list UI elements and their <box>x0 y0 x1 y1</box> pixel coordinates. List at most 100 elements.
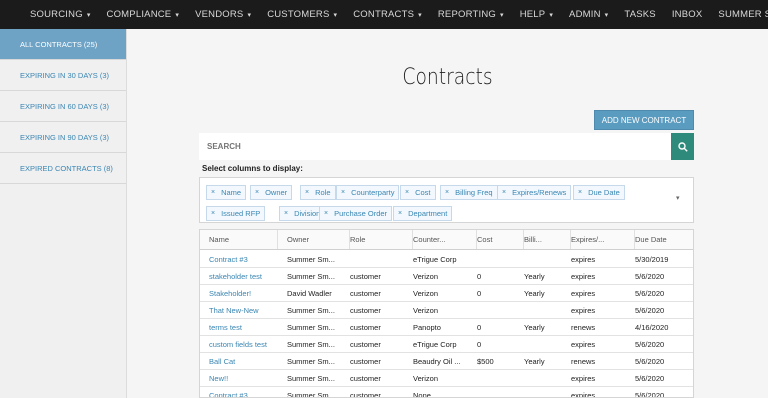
nav-item-vendors[interactable]: VENDORS ▾ <box>195 9 251 20</box>
table-cell: renews <box>571 356 596 366</box>
column-header[interactable]: Role <box>350 230 413 249</box>
table-row[interactable]: Ball Cat Summer Sm... customer Beaudry Oil … <box>200 353 693 370</box>
table-row[interactable]: Contract #3 Summer Sm... customer None expir… <box>200 387 693 398</box>
column-header[interactable]: Due Date <box>635 230 693 249</box>
close-icon[interactable]: × <box>445 189 449 196</box>
table-cell <box>524 302 567 318</box>
table-cell: customer <box>350 339 381 349</box>
table-cell: Summer Sm... <box>287 254 335 264</box>
table-cell: Verizon <box>413 305 439 315</box>
nav-item-label: COMPLIANCE <box>106 9 172 20</box>
table-row[interactable]: Stakeholder! David Wadler customer Verizon 0… <box>200 285 693 302</box>
table-cell: expires <box>571 339 596 349</box>
table-cell: Summer Sm... <box>287 356 335 366</box>
table-cell: Summer Sm... <box>287 305 335 315</box>
nav-item-inbox[interactable]: INBOX <box>672 9 703 20</box>
nav-item-admin[interactable]: ADMIN ▾ <box>569 9 608 20</box>
close-icon[interactable]: × <box>398 210 402 217</box>
contract-name-link[interactable]: Ball Cat <box>209 353 283 369</box>
table-cell: $500 <box>477 356 494 366</box>
contracts-table: Name Owner Role Counter... Cost Billi... Expir… <box>199 229 694 398</box>
contract-name-link[interactable]: Contract #3 <box>209 387 283 398</box>
table-row[interactable]: terms test Summer Sm... customer Panopto 0 Ye… <box>200 319 693 336</box>
sidebar-item[interactable]: EXPIRING IN 90 DAYS (3) <box>0 122 126 153</box>
sidebar-item[interactable]: EXPIRED CONTRACTS (8) <box>0 153 126 184</box>
chevron-down-icon: ▾ <box>499 11 504 19</box>
table-cell: 5/6/2020 <box>635 390 665 398</box>
close-icon[interactable]: × <box>324 210 328 217</box>
chevron-down-icon[interactable]: ▾ <box>676 194 680 202</box>
table-header-row: Name Owner Role Counter... Cost Billi... Expir… <box>200 230 693 250</box>
column-selector[interactable]: × Name × Owner × Role × Counterparty × Cost × Billi… <box>199 177 694 223</box>
table-cell: customer <box>350 390 381 398</box>
column-header[interactable]: Counter... <box>413 230 477 249</box>
table-cell <box>524 387 567 397</box>
nav-item-reporting[interactable]: REPORTING ▾ <box>438 9 504 20</box>
table-cell <box>524 251 567 267</box>
contract-name-link[interactable]: Stakeholder! <box>209 285 283 301</box>
nav-item-customers[interactable]: CUSTOMERS ▾ <box>267 9 337 20</box>
table-cell: expires <box>571 390 596 398</box>
table-cell: customer <box>350 288 381 298</box>
table-row[interactable]: custom fields test Summer Sm... customer eT… <box>200 336 693 353</box>
close-icon[interactable]: × <box>211 189 215 196</box>
column-chip: × Department <box>393 206 453 221</box>
nav-item-help[interactable]: HELP ▾ <box>520 9 553 20</box>
table-row[interactable]: Contract #3 Summer Sm... eTrigue Corp expir… <box>200 251 693 268</box>
search-button[interactable] <box>671 133 694 160</box>
nav-item-contracts[interactable]: CONTRACTS ▾ <box>353 9 422 20</box>
chevron-down-icon: ▾ <box>247 11 252 19</box>
column-header[interactable]: Name <box>200 230 278 249</box>
contract-name-link[interactable]: Contract #3 <box>209 251 283 267</box>
nav-item-tasks[interactable]: TASKS <box>624 9 655 20</box>
column-chip-label: Billing Freq <box>455 188 493 197</box>
nav-item-compliance[interactable]: COMPLIANCE ▾ <box>107 9 180 20</box>
column-chip: × Expires/Renews <box>497 185 572 200</box>
close-icon[interactable]: × <box>255 189 259 196</box>
column-chip-label: Name <box>221 188 242 197</box>
add-new-contract-button[interactable]: ADD NEW CONTRACT <box>594 110 694 130</box>
chevron-down-icon: ▾ <box>333 11 338 19</box>
table-cell: 5/6/2020 <box>635 271 665 281</box>
table-cell: expires <box>571 373 596 383</box>
contract-name-link[interactable]: terms test <box>209 319 283 335</box>
table-cell: Summer Sm... <box>287 322 335 332</box>
table-row[interactable]: stakeholder test Summer Sm... customer Veri… <box>200 268 693 285</box>
nav-item-label: REPORTING <box>437 9 496 20</box>
contract-name-link[interactable]: New!! <box>209 370 283 386</box>
table-cell <box>477 251 520 267</box>
close-icon[interactable]: × <box>211 210 215 217</box>
sidebar-item[interactable]: ALL CONTRACTS (25) <box>0 29 126 60</box>
chevron-down-icon: ▾ <box>549 11 554 19</box>
contract-name-link[interactable]: stakeholder test <box>209 268 283 284</box>
chevron-down-icon: ▾ <box>86 11 91 19</box>
column-header[interactable]: Owner <box>287 230 350 249</box>
nav-item-sourcing[interactable]: SOURCING ▾ <box>30 9 91 20</box>
nav-item-summer-smith[interactable]: SUMMER SMITH▾ <box>718 9 768 20</box>
close-icon[interactable]: × <box>502 189 506 196</box>
column-chip: × Billing Freq <box>440 185 498 200</box>
contract-name-link[interactable]: custom fields test <box>209 336 283 352</box>
table-cell: David Wadler <box>287 288 332 298</box>
column-header[interactable]: Billi... <box>524 230 571 249</box>
column-header[interactable]: Cost <box>477 230 524 249</box>
close-icon[interactable]: × <box>305 189 309 196</box>
nav-item-label: SOURCING <box>30 9 83 20</box>
nav-item-label: CONTRACTS <box>353 9 415 20</box>
table-cell: 5/6/2020 <box>635 288 665 298</box>
column-header[interactable]: Expires/... <box>571 230 635 249</box>
close-icon[interactable]: × <box>405 189 409 196</box>
table-cell: None <box>413 390 431 398</box>
contract-name-link[interactable]: That New-New <box>209 302 283 318</box>
close-icon[interactable]: × <box>284 210 288 217</box>
column-chip: × Role <box>300 185 336 200</box>
table-cell: 4/16/2020 <box>635 322 669 332</box>
table-row[interactable]: New!! Summer Sm... customer Verizon expires 5… <box>200 370 693 387</box>
close-icon[interactable]: × <box>341 189 345 196</box>
search-input[interactable] <box>199 133 671 160</box>
sidebar-item[interactable]: EXPIRING IN 30 DAYS (3) <box>0 60 126 91</box>
close-icon[interactable]: × <box>578 189 582 196</box>
table-row[interactable]: That New-New Summer Sm... customer Verizon e… <box>200 302 693 319</box>
table-cell: Yearly <box>524 288 545 298</box>
sidebar-item[interactable]: EXPIRING IN 60 DAYS (3) <box>0 91 126 122</box>
